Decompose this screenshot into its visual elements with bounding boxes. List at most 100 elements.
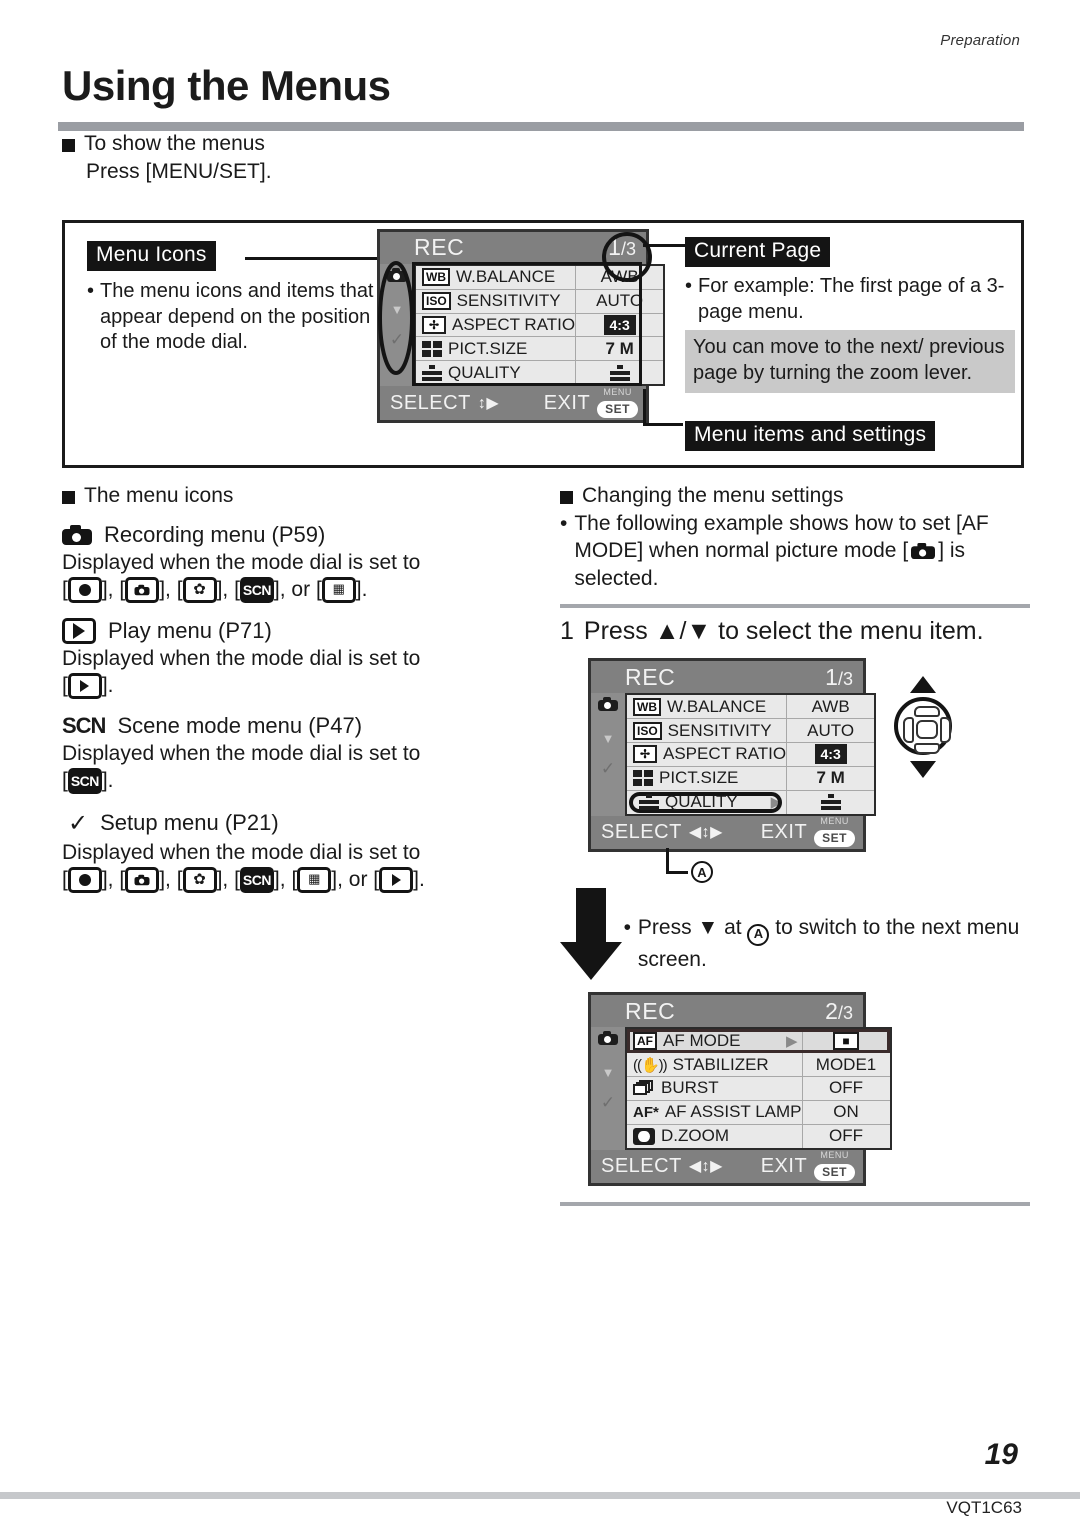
lcd-page-indicator: 1/3 xyxy=(825,663,853,690)
menu-icons-highlight-oval xyxy=(378,261,414,375)
dpad-control[interactable] xyxy=(894,697,952,756)
bullet-dot: • xyxy=(560,512,568,535)
show-menus-heading: To show the menus xyxy=(84,132,265,155)
aspect-ratio-icon: ✢ xyxy=(633,745,657,764)
lcd-body: ▼ ✓ AF AF MODE ▶ ■ ((✋)) STABILIZER MODE1 … xyxy=(591,1027,892,1150)
lcd-rows: AF AF MODE ▶ ■ ((✋)) STABILIZER MODE1 BURS… xyxy=(625,1027,892,1150)
leader-line-menu-items-vert xyxy=(643,389,646,425)
dpad-right-button[interactable] xyxy=(940,717,951,744)
table-row[interactable]: ISO SENSITIVITY AUTO xyxy=(627,719,875,744)
dpad-up-button[interactable] xyxy=(914,706,940,718)
show-menus-instruction: Press [MENU/SET]. xyxy=(86,160,272,183)
dpad-left-button[interactable] xyxy=(903,717,914,744)
menu-entry-play: Play menu (P71) Displayed when the mode … xyxy=(62,617,532,700)
wrench-icon: ✓ xyxy=(68,809,89,837)
callout-current-page-text: For example: The first page of a 3-page … xyxy=(698,275,1005,323)
table-row[interactable]: PICT.SIZE 7 M xyxy=(627,766,875,791)
row-label: BURST xyxy=(627,1078,802,1098)
bullet-dot: • xyxy=(87,280,95,302)
page-title: Using the Menus xyxy=(62,62,391,109)
dial-icon-list: []. xyxy=(62,672,114,699)
exit-label: EXIT xyxy=(760,1154,808,1177)
table-row[interactable]: AF* AF ASSIST LAMP ON xyxy=(627,1100,890,1125)
leader-line-a xyxy=(666,871,688,875)
screen-1-3-group: REC 1/3 ▼ ✓ WB W.BALANCE AWB ISO SENSITI… xyxy=(560,658,1030,854)
exit-label: EXIT xyxy=(760,820,808,843)
footer-rule xyxy=(0,1492,1080,1499)
lcd-side-tabs: ▼ ✓ xyxy=(591,693,625,816)
row-value: OFF xyxy=(801,1124,890,1148)
tab-arrow-icon: ▼ xyxy=(601,731,615,747)
burst-icon xyxy=(633,1080,655,1096)
table-row[interactable]: ((✋)) STABILIZER MODE1 xyxy=(627,1053,890,1078)
aspect-value-badge: 4:3 xyxy=(814,744,847,765)
table-row[interactable]: BURST OFF xyxy=(627,1077,890,1101)
setup-menu-title: Setup menu (P21) xyxy=(100,810,279,836)
wb-icon: WB xyxy=(633,697,661,716)
callout-current-page: Current Page • For example: The first pa… xyxy=(685,237,1015,393)
page-number: 19 xyxy=(984,1438,1018,1471)
callout-menu-icons-tag: Menu Icons xyxy=(87,241,216,271)
dpad-center-button[interactable] xyxy=(916,720,938,740)
dial-icon-list: [], [], [✿], [SCN], or [▦]. xyxy=(62,576,368,603)
row-value: AWB xyxy=(786,695,874,719)
lcd-title: REC xyxy=(625,997,676,1024)
scene-menu-title: Scene mode menu (P47) xyxy=(117,713,363,739)
record-dot-icon xyxy=(67,576,102,603)
row-label: AF AF MODE xyxy=(627,1031,802,1051)
row-value xyxy=(786,790,874,814)
table-row-selected[interactable]: QUALITY ▶ xyxy=(627,790,874,814)
callout-a-marker-inline: A xyxy=(747,923,770,946)
section-changing-settings: Changing the menu settings • The followi… xyxy=(560,484,1030,1214)
select-arrows-icon: ◀↕▶ xyxy=(688,1158,723,1176)
table-row[interactable]: ✢ ASPECT RATIO 4:3 xyxy=(627,743,875,767)
table-row-selected[interactable]: AF AF MODE ▶ ■ xyxy=(627,1029,890,1054)
select-label: SELECT xyxy=(601,820,682,843)
exit-label: EXIT xyxy=(543,391,591,414)
section-show-menus: To show the menus Press [MENU/SET]. xyxy=(62,132,622,184)
select-label: SELECT xyxy=(601,1154,682,1177)
setup-tab-wrench-icon: ✓ xyxy=(600,1093,616,1113)
running-head: Preparation xyxy=(940,32,1020,49)
row-label: AF* AF ASSIST LAMP xyxy=(633,1102,802,1122)
lcd-footer: SELECT ◀↕▶ EXIT MENU SET xyxy=(591,816,863,850)
next-screen-text: Press ▼ at A to switch to the next menu … xyxy=(637,916,1020,971)
zoom-lever-note: You can move to the next/ previous page … xyxy=(685,330,1015,393)
iso-icon: ISO xyxy=(633,721,662,740)
row-label: ((✋)) STABILIZER xyxy=(633,1054,769,1074)
leader-line-menu-items xyxy=(643,423,683,426)
table-row[interactable]: WB W.BALANCE AWB xyxy=(627,695,875,720)
row-value: ON xyxy=(801,1100,890,1124)
scn-icon: SCN xyxy=(239,866,274,893)
scn-icon: SCN xyxy=(67,768,102,795)
bullet-dot: • xyxy=(623,916,631,940)
callout-a-group: A xyxy=(560,848,1030,888)
d-zoom-icon xyxy=(633,1127,655,1145)
title-rule xyxy=(58,122,1024,131)
step-text: Press ▲/▼ to select the menu item. xyxy=(583,616,984,645)
next-screen-note: • Press ▼ at A to switch to the next men… xyxy=(560,888,1030,981)
callout-menu-items-tag: Menu items and settings xyxy=(685,421,936,451)
rec-tab-camera-icon xyxy=(595,1031,621,1050)
setup-menu-desc: Displayed when the mode dial is set to xyxy=(62,840,421,864)
down-arrow-icon xyxy=(910,761,936,779)
down-arrow-big-icon xyxy=(560,888,622,981)
step-1: 1 Press ▲/▼ to select the menu item. xyxy=(560,616,1030,647)
quality-value-icon xyxy=(820,794,841,811)
play-icon xyxy=(67,672,102,699)
changing-settings-text: The following example shows how to set [… xyxy=(574,512,989,590)
macro-flower-icon: ✿ xyxy=(182,576,217,603)
dpad-down-button[interactable] xyxy=(914,743,940,755)
recording-camera-icon xyxy=(62,525,92,545)
scene-menu-desc: Displayed when the mode dial is set to xyxy=(62,742,421,766)
step-number: 1 xyxy=(560,616,574,645)
af-mode-value-icon: ■ xyxy=(833,1031,860,1050)
recording-camera-icon xyxy=(911,542,936,559)
diagram-box: Menu Icons • The menu icons and items th… xyxy=(62,220,1024,468)
table-row[interactable]: D.ZOOM OFF xyxy=(627,1124,890,1148)
square-bullet-icon xyxy=(560,491,573,504)
stabilizer-icon: ((✋)) xyxy=(633,1056,668,1074)
pict-size-icon xyxy=(633,770,653,787)
af-icon: AF xyxy=(633,1031,657,1050)
step-divider xyxy=(560,603,1030,608)
